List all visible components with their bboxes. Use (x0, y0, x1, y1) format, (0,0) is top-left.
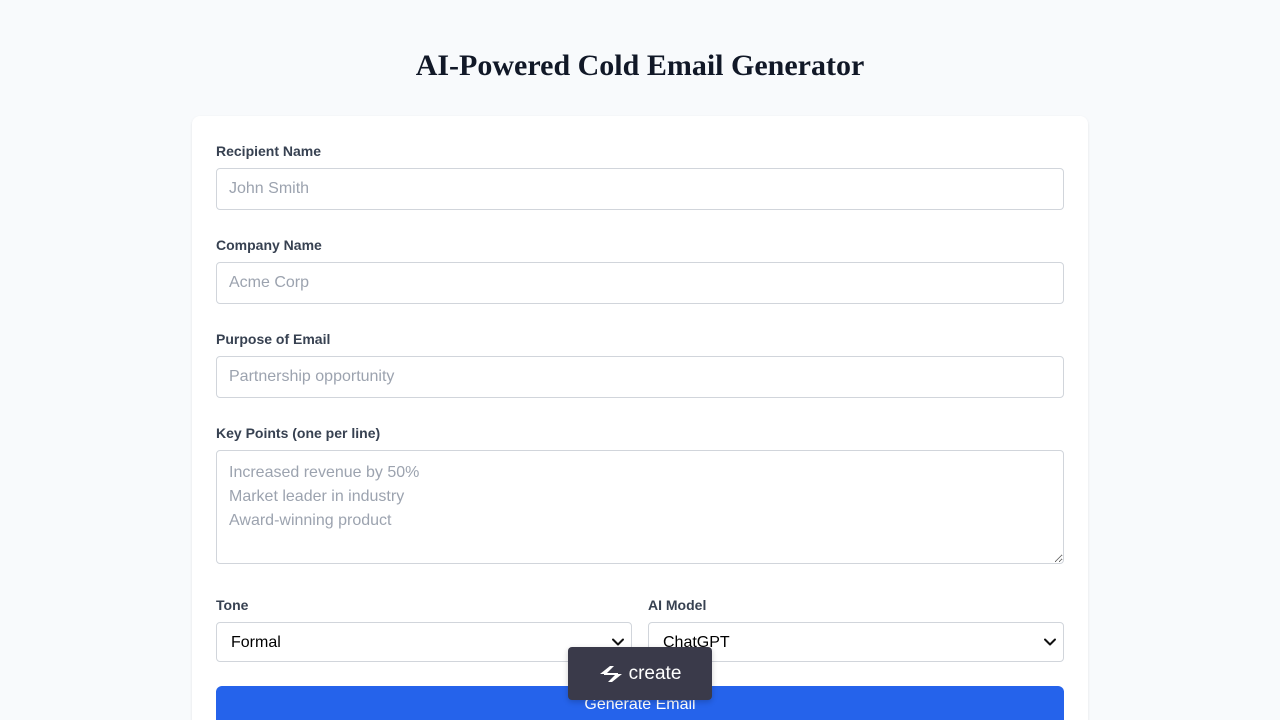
purpose-label: Purpose of Email (216, 331, 331, 347)
ai-model-label: AI Model (648, 597, 707, 613)
create-badge[interactable]: create (568, 647, 712, 700)
email-form-card: Recipient Name Company Name Purpose of E… (192, 116, 1088, 720)
company-name-input[interactable] (216, 262, 1064, 304)
recipient-name-label: Recipient Name (216, 143, 322, 159)
company-name-label: Company Name (216, 237, 322, 253)
purpose-input[interactable] (216, 356, 1064, 398)
recipient-name-input[interactable] (216, 168, 1064, 210)
page: AI-Powered Cold Email Generator Recipien… (0, 0, 1280, 720)
page-title: AI-Powered Cold Email Generator (415, 49, 865, 82)
key-points-textarea[interactable] (216, 450, 1064, 564)
create-logo-icon (599, 665, 622, 682)
tone-label: Tone (216, 597, 249, 613)
key-points-label: Key Points (one per line) (216, 425, 381, 441)
create-badge-label: create (628, 662, 682, 684)
